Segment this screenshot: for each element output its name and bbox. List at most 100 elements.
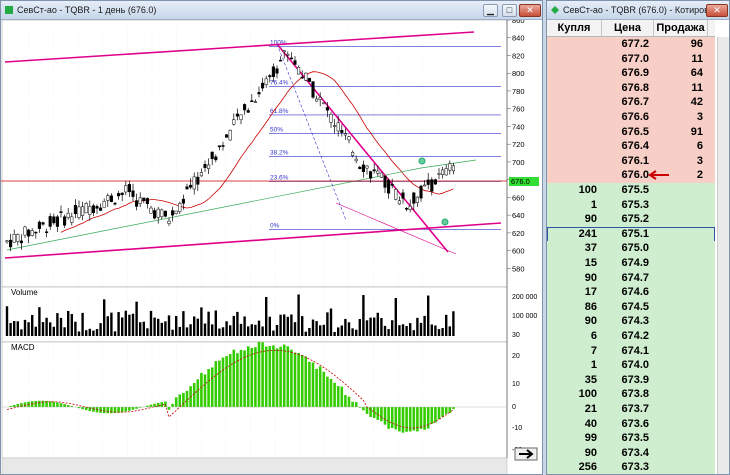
ask-quantity <box>654 241 708 256</box>
volume-bar <box>290 314 293 336</box>
candle-body <box>289 57 293 60</box>
volume-bar <box>146 328 149 336</box>
ask-row[interactable]: 677.2 96 <box>547 37 715 52</box>
bid-row[interactable]: 7 674.1 <box>547 343 715 359</box>
candle-body <box>221 145 225 147</box>
macd-bar <box>398 407 401 432</box>
price-cell: 676.4 <box>621 140 649 153</box>
ask-quantity: 64 <box>690 67 703 80</box>
chart-area[interactable]: 8608408208007807607407207006806606406206… <box>1 20 543 475</box>
volume-bar <box>340 325 343 336</box>
bid-row[interactable]: 37 675.0 <box>547 241 715 257</box>
macd-bar <box>311 362 315 407</box>
volume-bar <box>311 319 315 336</box>
bid-row[interactable]: 90 674.3 <box>547 314 715 330</box>
column-price[interactable]: Цена <box>602 20 654 36</box>
bid-row[interactable]: 21 673.7 <box>547 402 715 417</box>
bid-row[interactable]: 90 673.4 <box>547 445 715 461</box>
quotes-titlebar[interactable]: СевСт-ао - TQBR (676.0) - Котировки ✕ <box>547 1 729 20</box>
close-button[interactable]: ✕ <box>519 4 541 17</box>
column-sell[interactable]: Продажа <box>654 20 708 36</box>
ask-quantity <box>654 285 708 300</box>
candle-body <box>333 125 337 127</box>
bid-row[interactable]: 40 673.6 <box>547 416 715 432</box>
volume-bar <box>117 312 120 336</box>
bid-row[interactable]: 241 675.1 <box>547 226 715 242</box>
bid-row[interactable]: 17 674.6 <box>547 285 715 301</box>
bid-row[interactable]: 256 673.3 <box>547 460 715 474</box>
chart-scrollbar[interactable] <box>1 457 508 475</box>
macd-bar <box>365 407 369 414</box>
bid-quantity: 100 <box>578 184 597 196</box>
volume-bar <box>401 324 405 336</box>
fib-level-label: 50% <box>270 127 283 134</box>
candle-body <box>282 50 286 52</box>
chart-titlebar[interactable]: СевСт-ао - TQBR - 1 день (676.0) ▁ □ ✕ <box>1 1 542 20</box>
price-cell: 674.0 <box>621 359 649 372</box>
ask-quantity: 96 <box>690 38 703 50</box>
volume-bar <box>247 326 250 336</box>
candle-body <box>423 184 427 187</box>
macd-bar <box>430 407 434 424</box>
ask-row[interactable]: 676.4 6 <box>547 139 715 155</box>
candle-body <box>235 113 239 117</box>
price-cell: 674.2 <box>621 330 649 342</box>
minimize-button[interactable]: ▁ <box>483 4 498 17</box>
bid-row[interactable]: 100 673.8 <box>547 387 715 403</box>
bid-row[interactable]: 15 674.9 <box>547 256 715 271</box>
candle-body <box>127 184 131 193</box>
maximize-button[interactable]: □ <box>502 4 517 17</box>
volume-bar <box>236 311 239 336</box>
bid-row[interactable]: 90 674.7 <box>547 270 715 286</box>
bid-row[interactable]: 90 675.2 <box>547 212 715 228</box>
price-tick-label: 640 <box>512 211 525 220</box>
marker-circle <box>441 218 449 226</box>
ask-quantity <box>654 256 708 271</box>
bid-row[interactable]: 1 674.0 <box>547 358 715 374</box>
candle-body <box>390 184 394 186</box>
bid-row[interactable]: 100 675.5 <box>547 183 715 198</box>
ask-row[interactable]: 676.8 11 <box>547 80 715 96</box>
macd-bar <box>246 346 250 407</box>
volume-bar <box>387 329 390 336</box>
chart-window-icon <box>5 6 13 14</box>
macd-bar <box>221 357 225 407</box>
price-tick-label: 800 <box>512 69 525 78</box>
bid-row[interactable]: 99 673.5 <box>547 431 715 447</box>
candle-body <box>261 82 265 89</box>
candle-body <box>120 192 124 195</box>
volume-bar <box>88 328 91 336</box>
ask-row[interactable]: 676.0 2 <box>547 168 715 184</box>
candle-body <box>365 165 369 169</box>
quotes-scrollbar[interactable] <box>717 37 729 474</box>
bid-row[interactable]: 1 675.3 <box>547 197 715 213</box>
ask-row[interactable]: 676.7 42 <box>547 95 715 111</box>
ask-row[interactable]: 676.9 64 <box>547 66 715 82</box>
bid-row[interactable]: 86 674.5 <box>547 299 715 315</box>
volume-bar <box>412 330 415 336</box>
volume-bar <box>358 319 361 336</box>
candle-body <box>318 97 322 100</box>
ask-row[interactable]: 677.0 11 <box>547 51 715 67</box>
column-buy[interactable]: Купля <box>547 20 602 36</box>
candle-body <box>329 114 333 123</box>
volume-bar <box>394 298 397 336</box>
candle-body <box>239 114 243 120</box>
ask-row[interactable]: 676.6 3 <box>547 110 715 125</box>
volume-bar <box>92 330 95 336</box>
candle-body <box>70 216 74 223</box>
ask-row[interactable]: 676.1 3 <box>547 153 715 169</box>
ask-row[interactable]: 676.5 91 <box>547 124 715 140</box>
quotes-close-button[interactable]: ✕ <box>706 4 728 17</box>
macd-bar <box>419 407 423 429</box>
ask-quantity: 11 <box>691 52 703 65</box>
candle-body <box>441 169 445 175</box>
volume-bar <box>56 313 59 336</box>
candle-body <box>257 92 261 95</box>
bid-row[interactable]: 35 673.9 <box>547 372 715 388</box>
price-cell: 675.1 <box>621 227 649 240</box>
bid-row[interactable]: 6 674.2 <box>547 329 715 344</box>
price-tick-label: 600 <box>512 247 525 256</box>
candle-body <box>16 234 20 242</box>
macd-bar <box>394 407 398 430</box>
